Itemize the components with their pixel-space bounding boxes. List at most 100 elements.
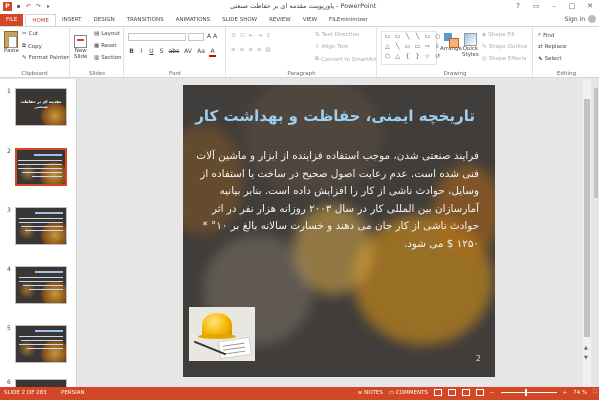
font-size-buttons[interactable]: AA — [207, 33, 217, 40]
rectangle-shape-icon[interactable]: ▭ — [404, 44, 411, 50]
strikethrough-button[interactable]: abc — [168, 48, 180, 57]
tab-review[interactable]: REVIEW — [263, 14, 297, 26]
line-shape-icon[interactable]: ╲ — [394, 44, 401, 50]
zoom-out-icon[interactable]: − — [490, 390, 495, 396]
slide-thumbnail-1[interactable]: مقدمه ای بر حفاظت صنعتی — [15, 88, 67, 126]
slide-sorter-view-icon[interactable] — [447, 389, 456, 396]
shapes-gallery[interactable]: ▭ ▭ ╲ ╲ ▭ ○ △ ╲ ▭ ▭ ⇨ ⇩ ⬡ △ { } ☆ ↺ — [381, 31, 440, 65]
ribbon-display-options-icon[interactable]: ▭ — [527, 0, 545, 12]
text-direction-button[interactable]: ⇅ Text Direction — [315, 32, 359, 38]
textbox-shape-icon[interactable]: ▭ — [394, 34, 401, 40]
slide-thumbnail-2[interactable] — [15, 148, 67, 186]
thumbnail-scrollbar-thumb[interactable] — [594, 88, 598, 198]
right-arrow-shape-icon[interactable]: ⇨ — [424, 44, 431, 50]
bullets-icon[interactable]: ☰ — [231, 33, 238, 39]
redo-icon[interactable]: ↷ — [35, 3, 42, 10]
tab-design[interactable]: DESIGN — [88, 14, 121, 26]
tab-file[interactable]: FILE — [0, 14, 24, 26]
zoom-level[interactable]: 74 % — [573, 390, 587, 396]
arc-shape-icon[interactable]: ↺ — [434, 54, 441, 60]
line-spacing-icon[interactable]: ↕ — [266, 33, 273, 39]
decrease-indent-icon[interactable]: ⇤ — [249, 33, 256, 39]
tab-slide-show[interactable]: SLIDE SHOW — [216, 14, 263, 26]
close-icon[interactable]: ✕ — [581, 0, 599, 12]
slide-thumbnail-4[interactable] — [15, 266, 67, 304]
start-slideshow-icon[interactable]: ▸ — [45, 3, 52, 10]
underline-button[interactable]: U — [148, 48, 155, 57]
reading-view-icon[interactable] — [461, 389, 470, 396]
slide-scrollbar-thumb[interactable] — [584, 99, 590, 337]
language-indicator[interactable]: PERSIAN — [61, 390, 85, 396]
font-color-button[interactable]: A — [209, 48, 216, 57]
justify-icon[interactable]: ≡ — [257, 47, 264, 53]
next-slide-icon[interactable]: ▼ — [584, 355, 588, 361]
tab-transitions[interactable]: TRANSITIONS — [121, 14, 170, 26]
select-button[interactable]: ⬉ Select — [538, 56, 562, 62]
align-center-icon[interactable]: ≡ — [240, 47, 247, 53]
undo-icon[interactable]: ↶ — [25, 3, 32, 10]
layout-button[interactable]: ▤ Layout — [94, 31, 120, 37]
slide-title[interactable]: تاریخچه ایمنی، حفاظت و بهداشت کار — [195, 107, 475, 125]
shape-fill-button[interactable]: ◈ Shape Fill — [482, 32, 515, 38]
previous-slide-icon[interactable]: ▲ — [584, 345, 588, 351]
fit-to-window-icon[interactable]: ⛶ — [593, 389, 597, 396]
maximize-icon[interactable]: □ — [563, 0, 581, 12]
font-size-input[interactable] — [188, 33, 204, 41]
format-painter-button[interactable]: ✎ Format Painter — [22, 55, 69, 61]
help-icon[interactable]: ? — [509, 0, 527, 12]
italic-button[interactable]: I — [138, 48, 145, 57]
thumbnail-scrollbar[interactable] — [594, 80, 598, 386]
tab-fileminimizer[interactable]: FILEminimizer — [323, 14, 374, 26]
slide-thumbnail-3[interactable] — [15, 207, 67, 245]
shape-effects-button[interactable]: ◎ Shape Effects — [482, 56, 526, 62]
line-shape-icon[interactable]: ╲ — [414, 34, 421, 40]
notes-button[interactable]: ≡ NOTES — [358, 390, 383, 396]
tab-view[interactable]: VIEW — [297, 14, 323, 26]
user-avatar-icon[interactable] — [588, 15, 596, 23]
reset-button[interactable]: ▦ Reset — [94, 43, 117, 49]
slide-scrollbar[interactable]: ▲ ▼ — [583, 79, 591, 387]
rectangle-shape-icon[interactable]: ▭ — [414, 44, 421, 50]
line-shape-icon[interactable]: ╲ — [404, 34, 411, 40]
comments-button[interactable]: ▭ COMMENTS — [389, 390, 428, 396]
brace-shape-icon[interactable]: } — [414, 54, 421, 60]
shrink-font-icon[interactable]: A — [213, 33, 217, 40]
triangle-shape-icon[interactable]: △ — [384, 44, 391, 50]
paste-button[interactable]: Paste — [4, 31, 19, 54]
sign-in-link[interactable]: Sign in — [565, 16, 585, 23]
cut-button[interactable]: ✂ Cut — [22, 31, 38, 37]
rectangle-shape-icon[interactable]: ▭ — [384, 34, 391, 40]
increase-indent-icon[interactable]: ⇥ — [257, 33, 264, 39]
safety-helmet-image[interactable] — [189, 307, 255, 361]
hexagon-shape-icon[interactable]: ⬡ — [384, 54, 391, 60]
columns-icon[interactable]: ▥ — [265, 47, 272, 53]
minimize-icon[interactable]: – — [545, 0, 563, 12]
zoom-in-icon[interactable]: + — [563, 390, 568, 396]
shape-outline-button[interactable]: ✎ Shape Outline — [482, 44, 527, 50]
current-slide[interactable]: تاریخچه ایمنی، حفاظت و بهداشت کار فرایند… — [183, 85, 495, 377]
rectangle-shape-icon[interactable]: ▭ — [424, 34, 431, 40]
triangle-shape-icon[interactable]: △ — [394, 54, 401, 60]
normal-view-icon[interactable] — [433, 389, 442, 396]
shadow-button[interactable]: S — [158, 48, 165, 57]
char-spacing-button[interactable]: AV — [183, 48, 193, 57]
brace-shape-icon[interactable]: { — [404, 54, 411, 60]
numbering-icon[interactable]: ☷ — [240, 33, 247, 39]
grow-font-icon[interactable]: A — [207, 33, 211, 40]
bold-button[interactable]: B — [128, 48, 135, 57]
align-left-icon[interactable]: ≡ — [231, 47, 238, 53]
copy-button[interactable]: ⧉ Copy — [22, 43, 42, 50]
replace-button[interactable]: ⇄ Replace — [538, 44, 566, 50]
arrange-button[interactable]: Arrange — [440, 33, 462, 52]
section-button[interactable]: ▥ Section — [94, 55, 122, 61]
align-text-button[interactable]: ⇳ Align Text — [315, 44, 348, 50]
new-slide-button[interactable]: New Slide — [74, 35, 87, 60]
change-case-button[interactable]: Aa — [196, 48, 206, 57]
tab-insert[interactable]: INSERT — [56, 14, 87, 26]
quick-styles-button[interactable]: Quick Styles — [462, 33, 479, 58]
save-icon[interactable]: ▪ — [15, 3, 22, 10]
slide-body-text[interactable]: فرایند صنعتی شدن، موجب استفاده فزاینده ا… — [194, 148, 479, 254]
slide-thumbnail-5[interactable] — [15, 325, 67, 363]
convert-smartart-button[interactable]: ⧉ Convert to SmartArt — [315, 56, 377, 63]
zoom-slider[interactable] — [500, 389, 557, 396]
